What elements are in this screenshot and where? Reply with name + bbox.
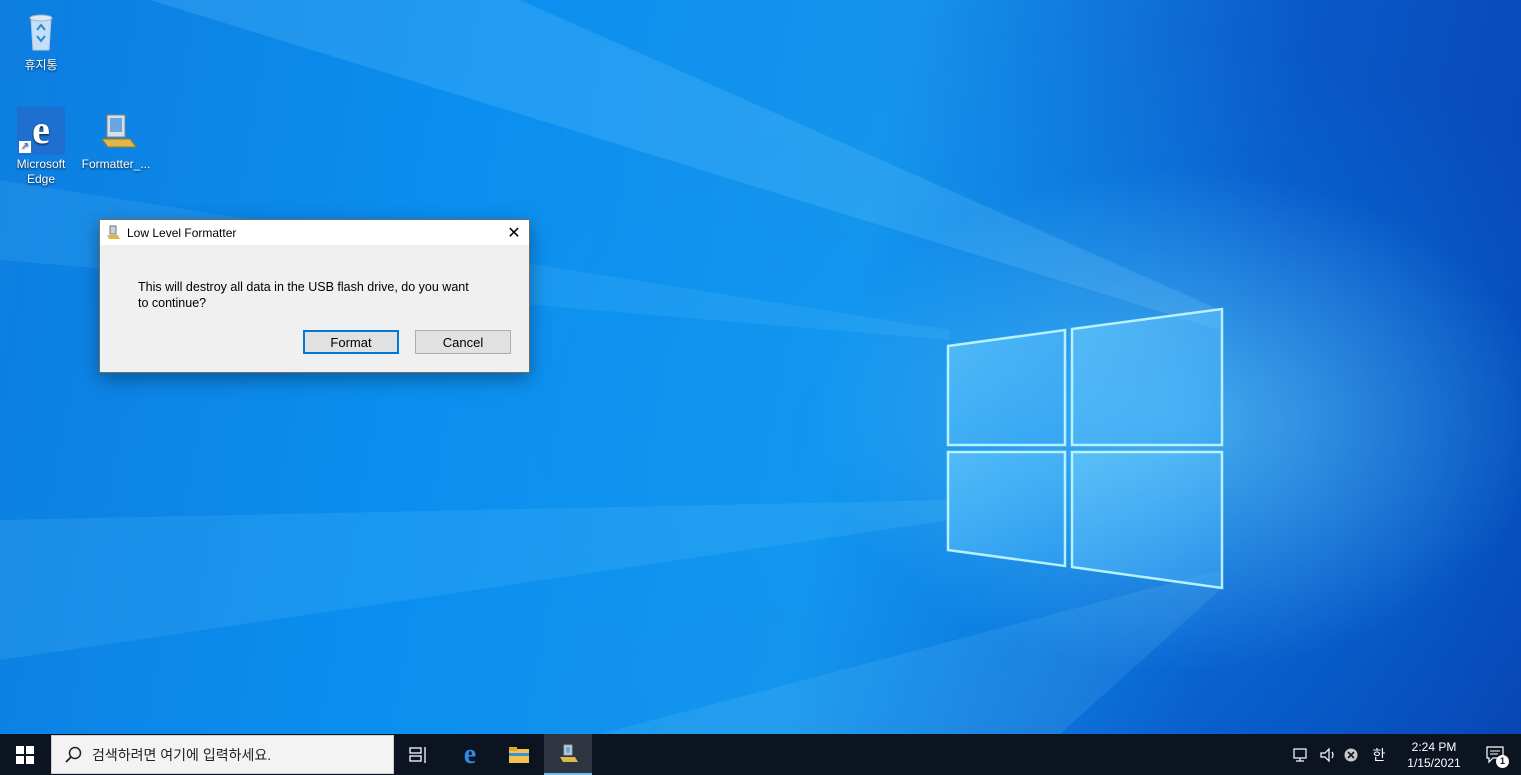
edge-icon: e [463, 738, 477, 770]
desktop-icon-label: 휴지통 [24, 58, 58, 72]
notification-count-badge: 1 [1496, 755, 1509, 768]
desktop-icon-formatter[interactable]: Formatter_... [81, 107, 151, 172]
network-tray-button[interactable] [1290, 734, 1314, 775]
edge-icon: e ↗ [17, 107, 65, 155]
task-view-button[interactable] [396, 734, 442, 775]
file-explorer-icon [509, 746, 529, 763]
shortcut-arrow-icon: ↗ [19, 141, 31, 153]
desktop: 휴지통 e ↗ Microsoft Edge Formatter_... Low… [0, 0, 1521, 734]
task-view-icon [409, 746, 426, 763]
clock-date: 1/15/2021 [1407, 755, 1461, 770]
desktop-icon-recycle-bin[interactable]: 휴지통 [6, 8, 76, 73]
action-center-button[interactable]: 1 [1476, 734, 1516, 775]
error-status-icon [1344, 748, 1358, 761]
clock-time: 2:24 PM [1411, 739, 1457, 754]
ime-indicator[interactable]: 한 [1366, 734, 1392, 775]
desktop-icon-label: Formatter_... [81, 157, 151, 171]
search-placeholder: 검색하려면 여기에 입력하세요. [92, 746, 272, 763]
format-button[interactable]: Format [303, 330, 399, 354]
dialog-message: This will destroy all data in the USB fl… [138, 280, 469, 310]
recycle-bin-icon [17, 8, 65, 56]
close-icon: ✕ [507, 224, 521, 242]
status-tray-button[interactable] [1340, 734, 1362, 775]
taskbar: 검색하려면 여기에 입력하세요. e 한 2:24 PM 1/15/2021 1 [0, 734, 1521, 775]
taskbar-formatter-button[interactable] [544, 734, 592, 775]
dialog-titlebar[interactable]: Low Level Formatter ✕ [100, 220, 529, 245]
volume-tray-button[interactable] [1316, 734, 1340, 775]
taskbar-file-explorer-button[interactable] [496, 734, 542, 775]
volume-icon [1320, 747, 1334, 762]
windows-start-icon [16, 745, 34, 764]
network-icon [1293, 747, 1307, 762]
formatter-app-icon [560, 744, 578, 762]
desktop-icon-label: Microsoft Edge [16, 157, 66, 186]
formatter-app-icon [105, 225, 121, 241]
formatter-app-icon [92, 107, 140, 155]
clock[interactable]: 2:24 PM 1/15/2021 [1396, 734, 1472, 775]
start-button[interactable] [0, 734, 50, 775]
windows-logo-wallpaper [946, 307, 1224, 590]
close-button[interactable]: ✕ [499, 220, 529, 245]
cancel-button[interactable]: Cancel [415, 330, 511, 354]
low-level-formatter-dialog: Low Level Formatter ✕ This will destroy … [99, 219, 530, 373]
desktop-icon-edge[interactable]: e ↗ Microsoft Edge [6, 107, 76, 187]
taskbar-search-box[interactable]: 검색하려면 여기에 입력하세요. [51, 735, 394, 774]
taskbar-edge-button[interactable]: e [446, 734, 494, 775]
dialog-title: Low Level Formatter [127, 225, 237, 240]
search-icon [65, 746, 82, 763]
